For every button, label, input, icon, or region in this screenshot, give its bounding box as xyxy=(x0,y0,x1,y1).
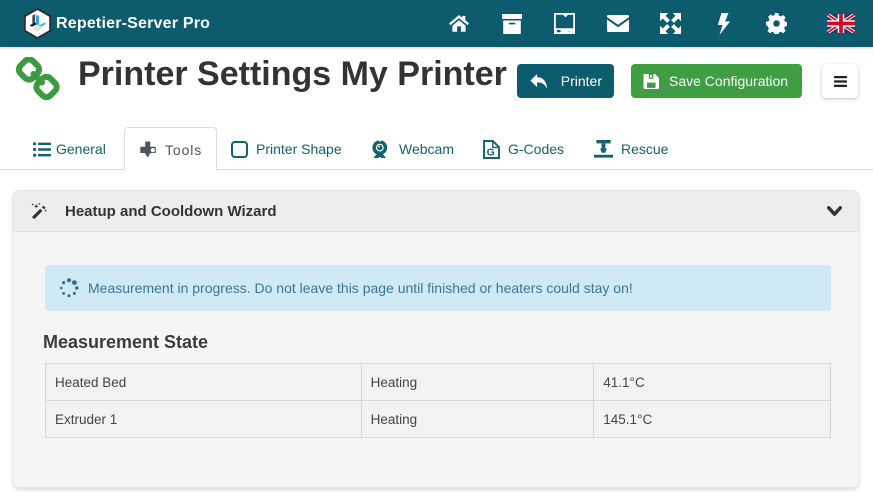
svg-text:G: G xyxy=(487,146,495,158)
